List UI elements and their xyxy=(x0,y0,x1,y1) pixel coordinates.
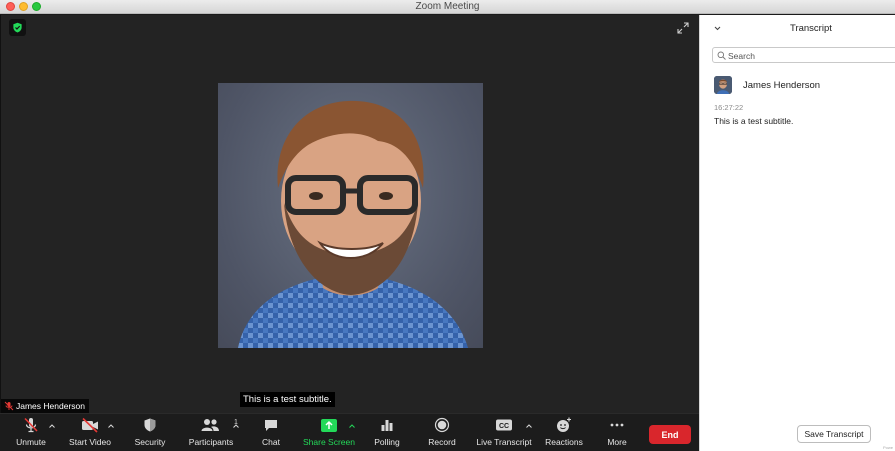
security-shield-icon xyxy=(144,418,156,432)
avatar xyxy=(714,76,732,94)
polling-bar-chart-icon xyxy=(381,420,393,431)
fullscreen-icon[interactable] xyxy=(677,21,689,34)
speaker-name: James Henderson xyxy=(743,79,821,91)
participant-video xyxy=(218,83,483,348)
svg-text:CC: CC xyxy=(499,423,509,430)
share-screen-arrow-icon xyxy=(321,418,337,432)
participant-name-tag: James Henderson xyxy=(1,399,89,413)
more-button[interactable]: More xyxy=(600,414,634,451)
participants-label: Participants xyxy=(188,437,234,447)
transcript-text: This is a test subtitle. xyxy=(714,116,794,126)
encryption-shield-icon[interactable] xyxy=(9,19,26,36)
unmute-label: Unmute xyxy=(16,437,46,447)
chat-label: Chat xyxy=(262,437,280,447)
more-ellipsis-icon xyxy=(610,423,624,427)
video-off-camera-icon xyxy=(82,417,98,433)
search-icon xyxy=(717,51,726,60)
unmute-button[interactable]: Unmute xyxy=(14,414,48,451)
live-transcript-button[interactable]: CC Live Transcript xyxy=(474,414,534,451)
transcript-search-input[interactable] xyxy=(728,49,895,62)
start-video-button[interactable]: Start Video xyxy=(68,414,112,451)
record-label: Record xyxy=(428,437,456,447)
audio-options-chevron-up-icon[interactable] xyxy=(48,422,56,430)
zoom-window: Zoom Meeting James Henderson This is a t… xyxy=(0,0,895,451)
save-transcript-button[interactable]: Save Transcript xyxy=(797,425,871,443)
window-title: Zoom Meeting xyxy=(415,1,480,12)
polling-button[interactable]: Polling xyxy=(370,414,404,451)
transcript-panel: Transcript James Henderson 16:27:22 This… xyxy=(699,15,895,451)
transcript-options-chevron-up-icon[interactable] xyxy=(525,422,533,430)
chat-bubble-icon xyxy=(265,420,277,431)
participants-people-icon xyxy=(201,419,219,431)
live-subtitle: This is a test subtitle. xyxy=(240,392,335,407)
video-area: James Henderson This is a test subtitle. xyxy=(0,15,699,413)
participants-options-chevron-up-icon[interactable] xyxy=(232,422,240,430)
record-button[interactable]: Record xyxy=(424,414,460,451)
transcript-title: Transcript xyxy=(790,23,832,34)
start-video-label: Start Video xyxy=(69,437,111,447)
polling-label: Polling xyxy=(374,437,400,447)
title-bar: Zoom Meeting xyxy=(0,0,895,14)
speaker-avatar-image xyxy=(714,76,732,94)
more-label: More xyxy=(607,437,627,447)
share-screen-button[interactable]: Share Screen xyxy=(302,414,356,451)
participants-button[interactable]: 1 Participants xyxy=(186,414,238,451)
closed-caption-cc-icon: CC xyxy=(496,419,512,431)
chat-button[interactable]: Chat xyxy=(258,414,284,451)
chevron-down-icon[interactable] xyxy=(713,24,722,33)
powered-by-text: Powe xyxy=(883,445,894,450)
meeting-toolbar: Unmute Start Video Security 1 Participan… xyxy=(0,413,699,451)
share-options-chevron-up-icon[interactable] xyxy=(348,422,356,430)
muted-mic-icon xyxy=(4,401,14,411)
end-meeting-button[interactable]: End xyxy=(649,425,691,444)
reactions-button[interactable]: Reactions xyxy=(544,414,584,451)
transcript-speaker-row: James Henderson xyxy=(714,75,820,95)
live-transcript-label: Live Transcript xyxy=(476,437,532,447)
participant-name: James Henderson xyxy=(16,401,85,411)
transcript-header: Transcript xyxy=(700,15,895,43)
security-button[interactable]: Security xyxy=(132,414,168,451)
record-icon xyxy=(434,417,450,433)
transcript-timestamp: 16:27:22 xyxy=(714,103,744,112)
security-label: Security xyxy=(134,437,166,447)
video-options-chevron-up-icon[interactable] xyxy=(107,422,115,430)
transcript-search-box[interactable] xyxy=(712,47,895,63)
muted-microphone-icon xyxy=(24,417,38,433)
participant-portrait-image xyxy=(238,100,468,348)
reactions-label: Reactions xyxy=(545,437,583,447)
share-screen-label: Share Screen xyxy=(303,437,355,447)
reactions-smiley-icon xyxy=(557,417,571,432)
